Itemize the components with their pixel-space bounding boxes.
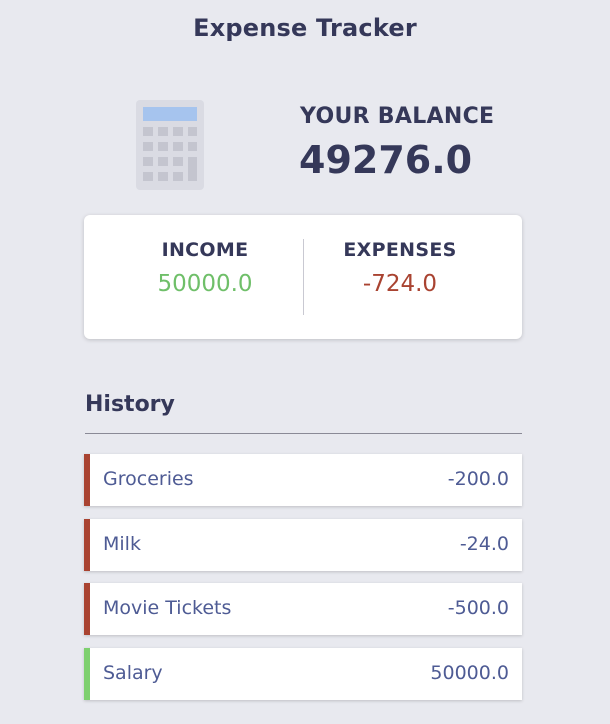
balance-label: YOUR BALANCE: [300, 104, 495, 129]
income-expense-card: INCOME 50000.0 EXPENSES -724.0: [84, 215, 522, 339]
expenses-section: EXPENSES -724.0: [291, 239, 509, 297]
history-item-amount: -200.0: [447, 468, 509, 490]
expenses-label: EXPENSES: [343, 239, 457, 261]
app-title: Expense Tracker: [193, 14, 417, 42]
income-section: INCOME 50000.0: [96, 239, 314, 297]
history-title: History: [85, 392, 175, 417]
income-label: INCOME: [161, 239, 249, 261]
balance-value: 49276.0: [299, 138, 473, 182]
history-item-amount: -24.0: [459, 532, 509, 555]
history-list: Groceries -200.0 Milk -24.0 Movie Ticket…: [84, 454, 522, 712]
history-item-name: Milk: [103, 532, 141, 555]
income-value: 50000.0: [157, 271, 253, 297]
calculator-icon: [136, 100, 204, 190]
history-item-milk[interactable]: Milk -24.0: [84, 518, 522, 571]
history-divider: [85, 433, 522, 434]
history-item-name: Groceries: [103, 468, 194, 490]
history-item-amount: -500.0: [447, 597, 509, 619]
history-item-groceries[interactable]: Groceries -200.0: [84, 454, 522, 506]
expenses-value: -724.0: [362, 271, 438, 297]
history-item-movie-tickets[interactable]: Movie Tickets -500.0: [84, 583, 522, 635]
history-item-name: Salary: [103, 661, 163, 684]
history-item-salary[interactable]: Salary 50000.0: [84, 647, 522, 700]
history-item-name: Movie Tickets: [103, 597, 232, 619]
history-item-amount: 50000.0: [430, 661, 509, 684]
